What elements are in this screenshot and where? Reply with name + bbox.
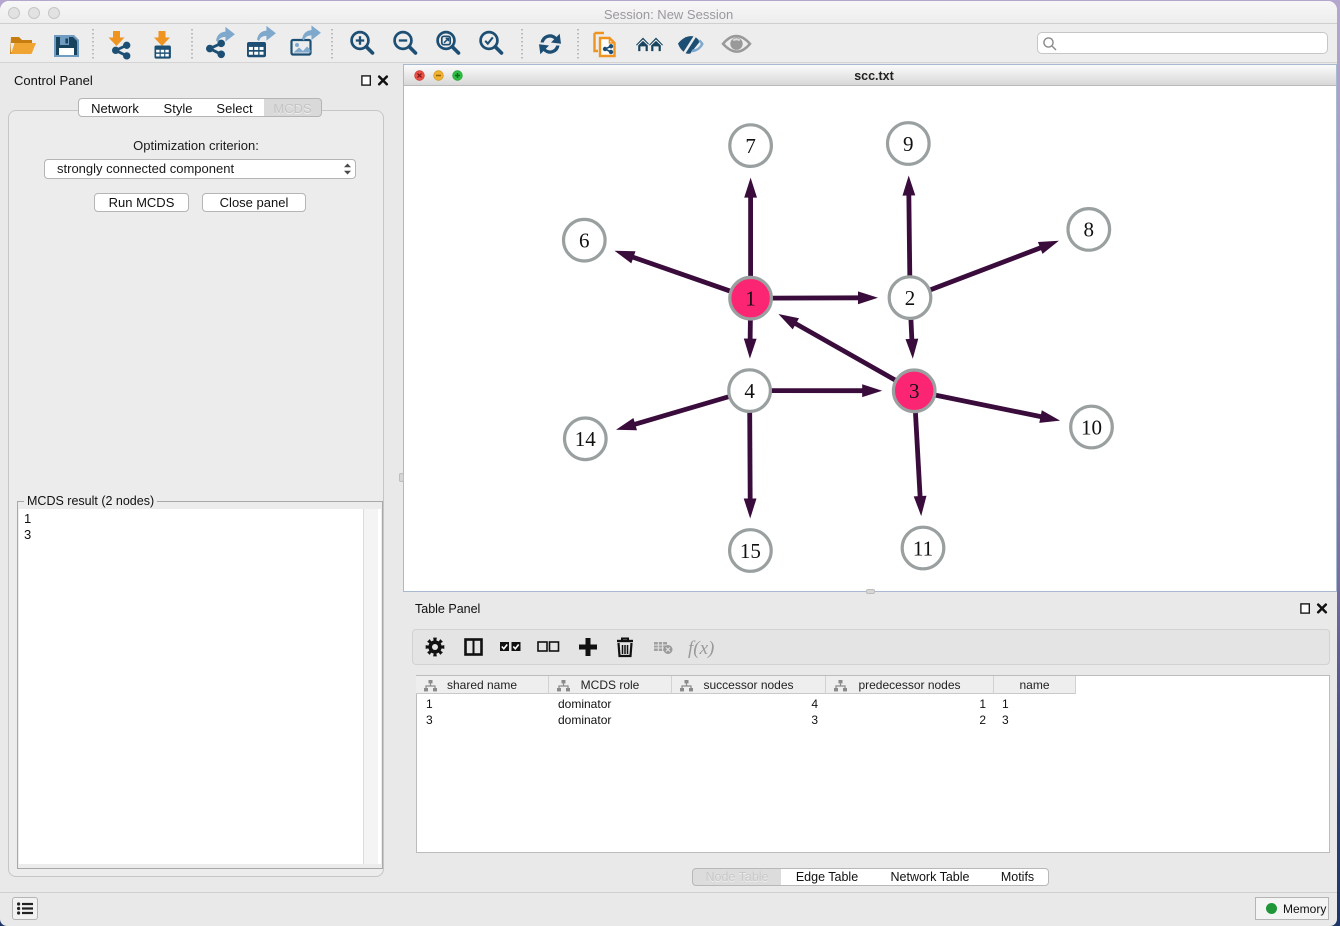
svg-text:11: 11	[913, 536, 933, 560]
svg-text:9: 9	[903, 132, 914, 156]
svg-text:8: 8	[1084, 218, 1095, 242]
svg-text:f(x): f(x)	[688, 638, 714, 659]
svg-text:4: 4	[744, 379, 755, 403]
svg-text:7: 7	[745, 134, 756, 158]
svg-text:15: 15	[740, 539, 761, 563]
svg-text:3: 3	[909, 379, 920, 403]
svg-text:6: 6	[579, 229, 590, 253]
svg-text:14: 14	[575, 427, 597, 451]
svg-text:1: 1	[745, 287, 756, 311]
svg-text:2: 2	[905, 286, 916, 310]
svg-text:10: 10	[1081, 415, 1102, 439]
